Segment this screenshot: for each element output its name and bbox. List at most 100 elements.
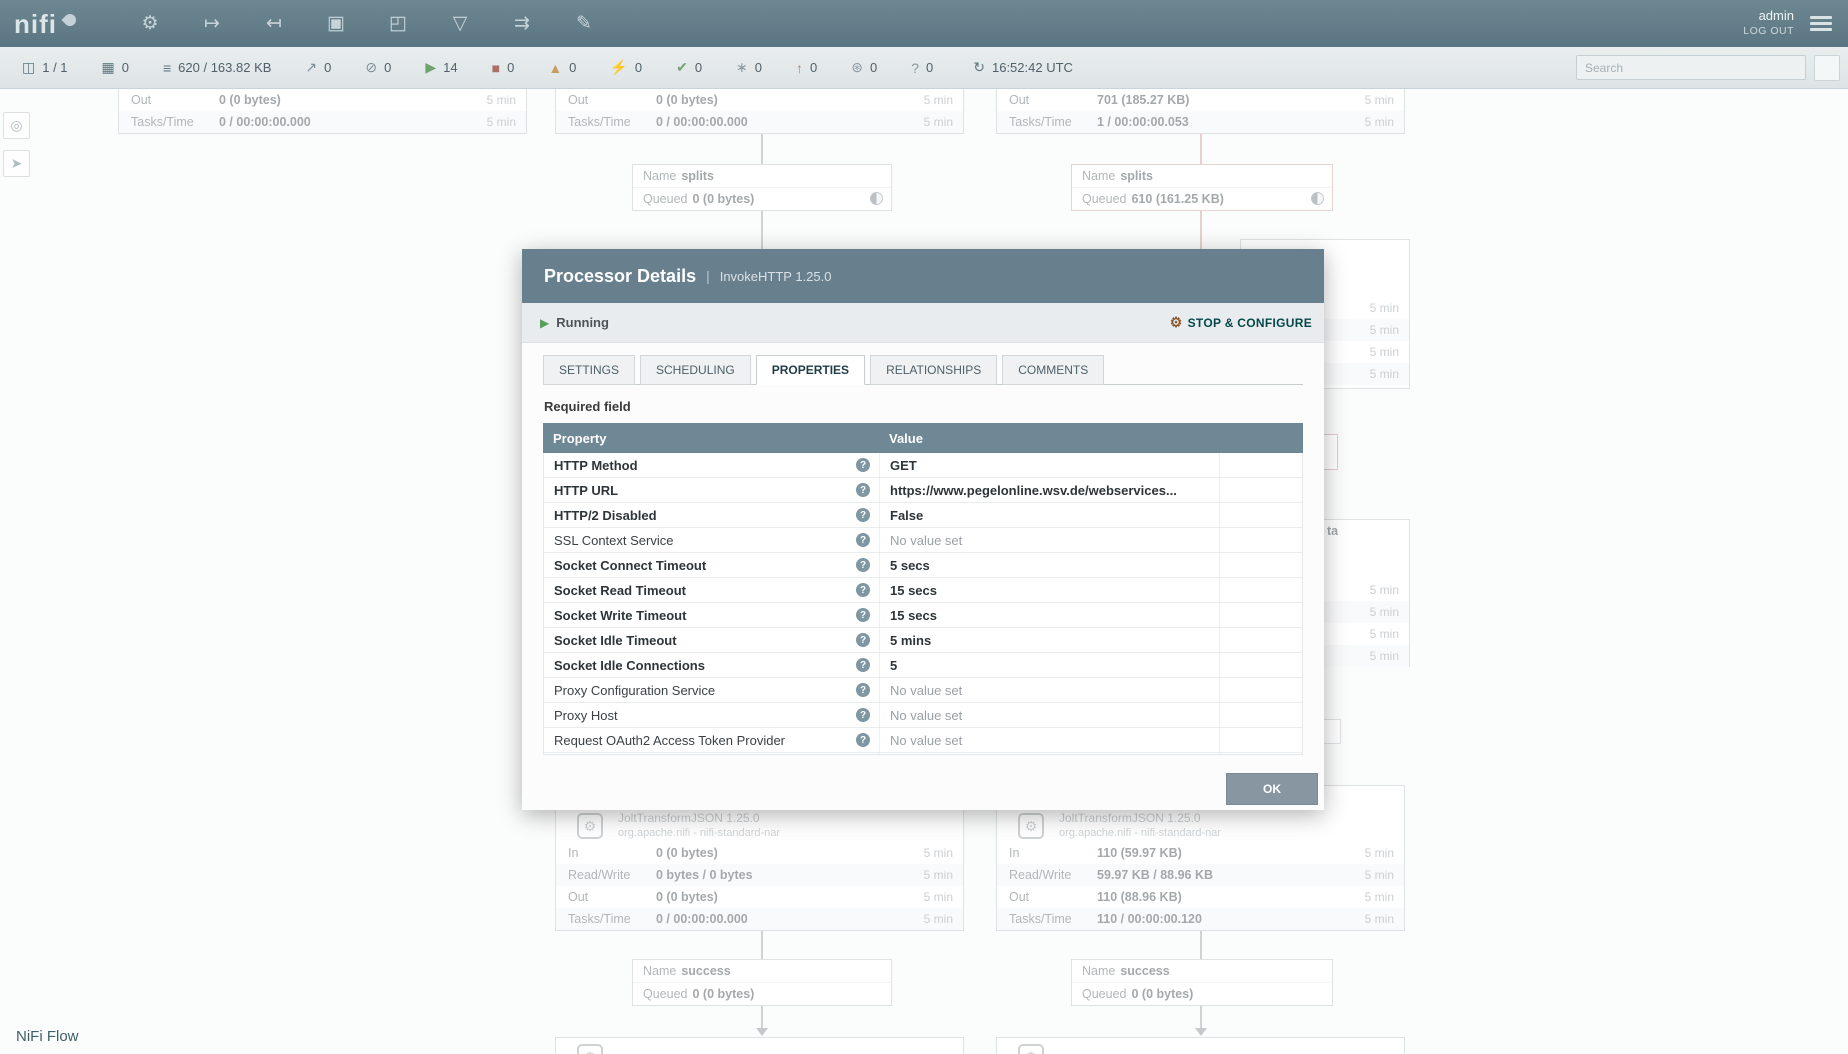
property-name: HTTP Method — [554, 458, 638, 473]
required-field-legend: Required field — [544, 399, 1303, 414]
help-icon[interactable]: ? — [856, 583, 870, 597]
input-port-tool-button[interactable]: ↦ — [192, 7, 232, 41]
property-value: 15 secs — [880, 603, 1220, 627]
not-transmitting-icon: ⊘ — [365, 59, 377, 76]
sync-failure-count: 0 — [926, 60, 933, 75]
label-icon: ✎ — [576, 12, 592, 35]
stopped-icon: ■ — [492, 60, 500, 76]
help-icon[interactable]: ? — [856, 608, 870, 622]
property-row: Socket Idle Timeout?5 mins — [544, 628, 1302, 653]
property-value: 5 mins — [880, 628, 1220, 652]
current-user: admin — [1743, 8, 1794, 25]
cluster-indicator: ◫ 1 / 1 — [22, 59, 68, 76]
property-row: SSL Context Service?No value set — [544, 528, 1302, 553]
stop-configure-label: STOP & CONFIGURE — [1188, 316, 1312, 330]
property-table: HTTP Method?GET HTTP URL?https://www.peg… — [543, 453, 1303, 755]
property-name: Socket Read Timeout — [554, 583, 686, 598]
property-table-header: Property Value — [543, 423, 1303, 453]
not-transmitting-indicator: ⊘0 — [365, 59, 391, 76]
template-tool-button[interactable]: ⇉ — [502, 7, 542, 41]
dialog-subtitle: InvokeHTTP 1.25.0 — [720, 269, 832, 284]
property-name: HTTP URL — [554, 483, 618, 498]
property-value: 5 — [880, 653, 1220, 677]
refresh-button[interactable]: ↻16:52:42 UTC — [973, 59, 1073, 76]
stale-icon: ↑ — [796, 60, 803, 76]
remote-process-group-tool-button[interactable]: ◰ — [378, 7, 418, 41]
active-threads-indicator: ▦0 — [102, 59, 129, 76]
property-value: No value set — [880, 703, 1220, 727]
property-value: False — [880, 503, 1220, 527]
queued-count: 620 / 163.82 KB — [178, 60, 271, 75]
search-input[interactable] — [1576, 55, 1806, 80]
queued-icon: ≡ — [163, 60, 171, 76]
flow-status-bar: ◫1 / 1 ▦0 ≡620 / 163.82 KB ↗0 ⊘0 ▶14 ■0 … — [0, 47, 1848, 89]
value-column-header: Value — [879, 431, 1219, 446]
nifi-drop-icon — [62, 11, 79, 28]
running-status-icon: ▶ — [540, 316, 549, 330]
property-name: Socket Idle Connections — [554, 658, 705, 673]
help-icon[interactable]: ? — [856, 633, 870, 647]
property-row: Socket Read Timeout?15 secs — [544, 578, 1302, 603]
tab-settings[interactable]: SETTINGS — [543, 355, 635, 385]
property-row: HTTP/2 Disabled?False — [544, 503, 1302, 528]
help-icon[interactable]: ? — [856, 733, 870, 747]
disabled-count: 0 — [635, 60, 642, 75]
stopped-count: 0 — [507, 60, 514, 75]
help-icon[interactable]: ? — [856, 533, 870, 547]
nifi-logo-text: nifi — [14, 11, 57, 37]
property-name: Proxy Configuration Service — [554, 683, 715, 698]
property-row: Proxy Host? No value set — [544, 703, 1302, 728]
tab-scheduling[interactable]: SCHEDULING — [640, 355, 751, 385]
logout-link[interactable]: LOG OUT — [1743, 25, 1794, 39]
tab-properties[interactable]: PROPERTIES — [756, 355, 865, 385]
locally-modified-icon: ∗ — [736, 59, 748, 76]
help-icon[interactable]: ? — [856, 458, 870, 472]
up-to-date-icon: ✔ — [676, 59, 688, 76]
help-icon[interactable]: ? — [856, 683, 870, 697]
transmitting-icon: ↗ — [305, 59, 317, 76]
tab-comments[interactable]: COMMENTS — [1002, 355, 1104, 385]
help-icon[interactable]: ? — [856, 558, 870, 572]
dialog-title: Processor Details — [544, 266, 696, 287]
label-tool-button[interactable]: ✎ — [564, 7, 604, 41]
funnel-tool-button[interactable]: ▽ — [440, 7, 480, 41]
transmitting-count: 0 — [324, 60, 331, 75]
stopped-indicator: ■0 — [492, 60, 515, 76]
cluster-icon: ◫ — [22, 59, 35, 76]
property-column-header: Property — [543, 431, 879, 446]
user-block: admin LOG OUT — [1743, 8, 1794, 39]
property-name: Request OAuth2 Access Token Provider — [554, 733, 785, 748]
global-menu-icon[interactable] — [1810, 13, 1832, 34]
running-count: 14 — [443, 60, 457, 75]
processor-tool-button[interactable]: ⚙ — [130, 7, 170, 41]
processor-details-dialog: Processor Details | InvokeHTTP 1.25.0 ▶ … — [522, 249, 1324, 810]
breadcrumb[interactable]: NiFi Flow — [16, 1028, 79, 1045]
property-row: HTTP Method?GET — [544, 453, 1302, 478]
transmitting-indicator: ↗0 — [305, 59, 331, 76]
output-port-tool-button[interactable]: ↤ — [254, 7, 294, 41]
process-group-tool-button[interactable]: ▣ — [316, 7, 356, 41]
remote-process-group-icon: ◰ — [389, 12, 407, 35]
tab-relationships[interactable]: RELATIONSHIPS — [870, 355, 997, 385]
property-value: No value set — [880, 678, 1220, 702]
stop-configure-button[interactable]: ⚙ STOP & CONFIGURE — [1170, 314, 1312, 331]
output-port-icon: ↤ — [266, 12, 282, 35]
property-value: No value set — [880, 753, 1220, 755]
help-icon[interactable]: ? — [856, 658, 870, 672]
ok-button[interactable]: OK — [1226, 773, 1318, 805]
running-status-text: Running — [556, 315, 609, 330]
running-icon: ▶ — [425, 59, 436, 76]
cluster-count: 1 / 1 — [42, 60, 67, 75]
dialog-title-separator: | — [706, 268, 710, 284]
active-threads-count: 0 — [122, 60, 129, 75]
input-port-icon: ↦ — [204, 12, 220, 35]
property-name: Proxy Host — [554, 708, 618, 723]
search-options-button[interactable] — [1814, 55, 1840, 81]
help-icon[interactable]: ? — [856, 708, 870, 722]
help-icon[interactable]: ? — [856, 508, 870, 522]
locally-modified-stale-icon: ⊛ — [851, 59, 863, 76]
dialog-header: Processor Details | InvokeHTTP 1.25.0 — [522, 249, 1324, 303]
help-icon[interactable]: ? — [856, 483, 870, 497]
last-refresh-time: 16:52:42 UTC — [992, 60, 1073, 75]
running-indicator: ▶ 14 — [425, 59, 457, 76]
